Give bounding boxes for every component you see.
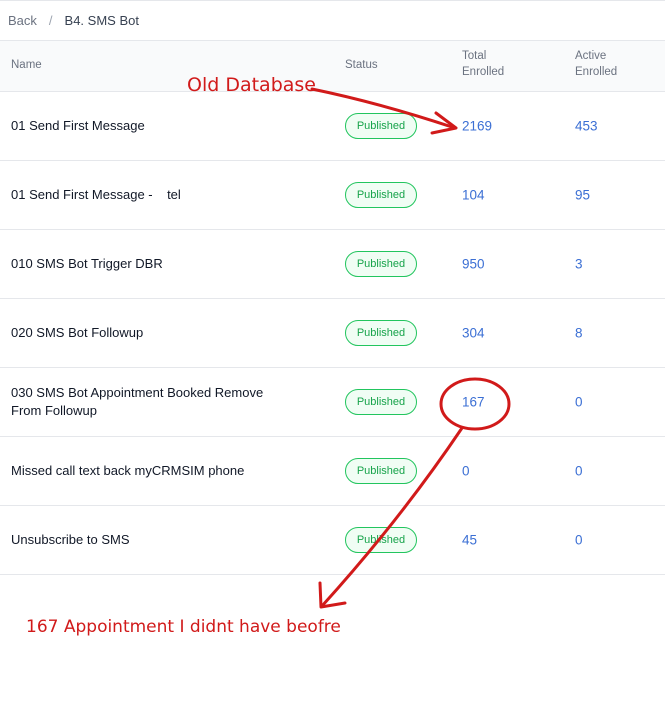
workflow-name[interactable]: 020 SMS Bot Followup bbox=[11, 324, 311, 342]
status-badge: Published bbox=[345, 320, 417, 346]
table-header: Name Status Total Enrolled Active Enroll… bbox=[0, 40, 665, 92]
breadcrumb: Back / B4. SMS Bot bbox=[0, 0, 665, 40]
workflow-name[interactable]: Unsubscribe to SMS bbox=[11, 531, 311, 549]
active-enrolled-link[interactable]: 3 bbox=[575, 257, 583, 272]
column-header-active-enrolled[interactable]: Active Enrolled bbox=[575, 48, 645, 80]
appointment-arrowhead bbox=[318, 581, 347, 609]
status-badge: Published bbox=[345, 182, 417, 208]
active-enrolled-link[interactable]: 0 bbox=[575, 533, 583, 548]
active-enrolled-link[interactable]: 0 bbox=[575, 464, 583, 479]
active-enrolled-link[interactable]: 8 bbox=[575, 326, 583, 341]
status-badge: Published bbox=[345, 113, 417, 139]
table-row[interactable]: Missed call text back myCRMSIM phone Pub… bbox=[0, 437, 665, 506]
breadcrumb-current: B4. SMS Bot bbox=[64, 13, 139, 28]
table-row[interactable]: 030 SMS Bot Appointment Booked Remove Fr… bbox=[0, 368, 665, 437]
appointment-annotation: 167 Appointment I didnt have beofre bbox=[26, 617, 341, 637]
table-row[interactable]: 010 SMS Bot Trigger DBR Published 950 3 bbox=[0, 230, 665, 299]
status-badge: Published bbox=[345, 251, 417, 277]
workflow-name[interactable]: Missed call text back myCRMSIM phone bbox=[11, 462, 311, 480]
total-enrolled-link[interactable]: 0 bbox=[462, 464, 470, 479]
breadcrumb-back-link[interactable]: Back bbox=[8, 13, 37, 28]
total-enrolled-link[interactable]: 2169 bbox=[462, 119, 492, 134]
workflow-name[interactable]: 01 Send First Message bbox=[11, 117, 311, 135]
column-header-total-enrolled[interactable]: Total Enrolled bbox=[462, 48, 532, 80]
workflow-name[interactable]: 030 SMS Bot Appointment Booked Remove Fr… bbox=[11, 384, 296, 420]
total-enrolled-link[interactable]: 304 bbox=[462, 326, 485, 341]
workflow-name[interactable]: 010 SMS Bot Trigger DBR bbox=[11, 255, 311, 273]
total-enrolled-link[interactable]: 167 bbox=[462, 395, 485, 410]
old-database-annotation: Old Database bbox=[187, 74, 316, 96]
total-enrolled-link[interactable]: 950 bbox=[462, 257, 485, 272]
breadcrumb-separator: / bbox=[48, 13, 53, 28]
active-enrolled-link[interactable]: 95 bbox=[575, 188, 590, 203]
active-enrolled-link[interactable]: 0 bbox=[575, 395, 583, 410]
table-row[interactable]: 01 Send First Message - tel Published 10… bbox=[0, 161, 665, 230]
total-enrolled-link[interactable]: 104 bbox=[462, 188, 485, 203]
table-row[interactable]: Unsubscribe to SMS Published 45 0 bbox=[0, 506, 665, 575]
total-enrolled-link[interactable]: 45 bbox=[462, 533, 477, 548]
table-row[interactable]: 01 Send First Message Published 2169 453 bbox=[0, 92, 665, 161]
status-badge: Published bbox=[345, 389, 417, 415]
workflow-name[interactable]: 01 Send First Message - tel bbox=[11, 186, 311, 204]
status-badge: Published bbox=[345, 527, 417, 553]
column-header-status[interactable]: Status bbox=[345, 57, 378, 73]
active-enrolled-link[interactable]: 453 bbox=[575, 119, 598, 134]
status-badge: Published bbox=[345, 458, 417, 484]
table-row[interactable]: 020 SMS Bot Followup Published 304 8 bbox=[0, 299, 665, 368]
column-header-name[interactable]: Name bbox=[11, 57, 42, 73]
